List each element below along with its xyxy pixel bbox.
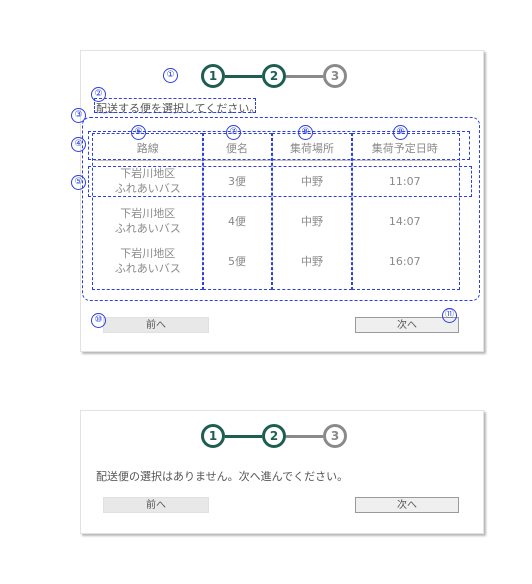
time-cell: 14:07 bbox=[388, 214, 421, 228]
route-area: 下岩川地区 bbox=[120, 247, 176, 260]
route-bus: ふれあいバス bbox=[114, 262, 181, 275]
instruction-text: 配送する便を選択してください。 bbox=[96, 102, 261, 115]
annotation-marker-4: ④ bbox=[71, 137, 86, 152]
step-connector bbox=[225, 75, 262, 78]
prev-button[interactable]: 前へ bbox=[103, 317, 209, 333]
step-1: 1 bbox=[201, 424, 225, 448]
annotation-marker-1: ① bbox=[163, 68, 178, 83]
bin-cell: 3便 bbox=[202, 160, 273, 201]
prev-button[interactable]: 前へ bbox=[103, 497, 209, 513]
step-2: 2 bbox=[262, 64, 286, 88]
route-area: 下岩川地区 bbox=[120, 207, 176, 220]
time-cell: 11:07 bbox=[388, 174, 421, 188]
step-1: 1 bbox=[201, 64, 225, 88]
route-bus: ふれあいバス bbox=[114, 182, 181, 195]
annotation-marker-7: ⑦ bbox=[226, 125, 241, 140]
delivery-bin-table: 路線 便名 集荷場所 集荷予定日時 下岩川地区 ふれあいバス 3便 中野 11:… bbox=[94, 136, 457, 281]
annotation-marker-10: ⑩ bbox=[91, 313, 106, 328]
place-cell: 中野 bbox=[272, 201, 353, 241]
header-pickup-time: 集荷予定日時 bbox=[352, 136, 457, 161]
annotation-marker-2: ② bbox=[91, 87, 106, 102]
bin-cell: 4便 bbox=[202, 201, 273, 241]
table-row[interactable]: 下岩川地区 ふれあいバス 3便 中野 11:07 bbox=[94, 160, 457, 201]
place-cell: 中野 bbox=[272, 241, 353, 281]
step-connector bbox=[286, 435, 323, 438]
step-3: 3 bbox=[323, 424, 347, 448]
annotation-marker-8: ⑧ bbox=[298, 125, 313, 140]
no-bin-panel: 1 2 3 配送便の選択はありません。次へ進んでください。 前へ 次へ bbox=[80, 410, 484, 534]
step-3: 3 bbox=[323, 64, 347, 88]
place-cell: 中野 bbox=[272, 160, 353, 201]
header-pickup-place: 集荷場所 bbox=[272, 136, 353, 161]
step-2: 2 bbox=[262, 424, 286, 448]
no-bin-message: 配送便の選択はありません。次へ進んでください。 bbox=[96, 470, 349, 483]
table-row[interactable]: 下岩川地区 ふれあいバス 4便 中野 14:07 bbox=[94, 201, 457, 241]
step-indicator: 1 2 3 bbox=[201, 424, 347, 448]
header-route: 路線 bbox=[94, 136, 203, 161]
step-connector bbox=[225, 435, 262, 438]
header-bin-name: 便名 bbox=[202, 136, 273, 161]
step-indicator: 1 2 3 bbox=[201, 64, 347, 88]
bin-selection-panel: 1 2 3 配送する便を選択してください。 路線 便名 集荷場所 集荷予定日時 … bbox=[80, 50, 484, 352]
route-cell: 下岩川地区 ふれあいバス bbox=[94, 241, 203, 281]
next-button[interactable]: 次へ bbox=[355, 497, 459, 513]
route-cell: 下岩川地区 ふれあいバス bbox=[94, 201, 203, 241]
table-row[interactable]: 下岩川地区 ふれあいバス 5便 中野 16:07 bbox=[94, 241, 457, 281]
route-cell: 下岩川地区 ふれあいバス bbox=[94, 160, 203, 201]
route-area: 下岩川地区 bbox=[120, 167, 176, 180]
time-cell: 16:07 bbox=[388, 254, 421, 268]
step-connector bbox=[286, 75, 323, 78]
bin-cell: 5便 bbox=[202, 241, 273, 281]
annotation-marker-11: ⑪ bbox=[442, 308, 457, 323]
annotation-marker-9: ⑨ bbox=[393, 125, 408, 140]
route-bus: ふれあいバス bbox=[114, 222, 181, 235]
annotation-marker-3: ③ bbox=[71, 108, 86, 123]
annotation-marker-5: ⑤ bbox=[71, 175, 86, 190]
annotation-marker-6: ⑥ bbox=[131, 125, 146, 140]
